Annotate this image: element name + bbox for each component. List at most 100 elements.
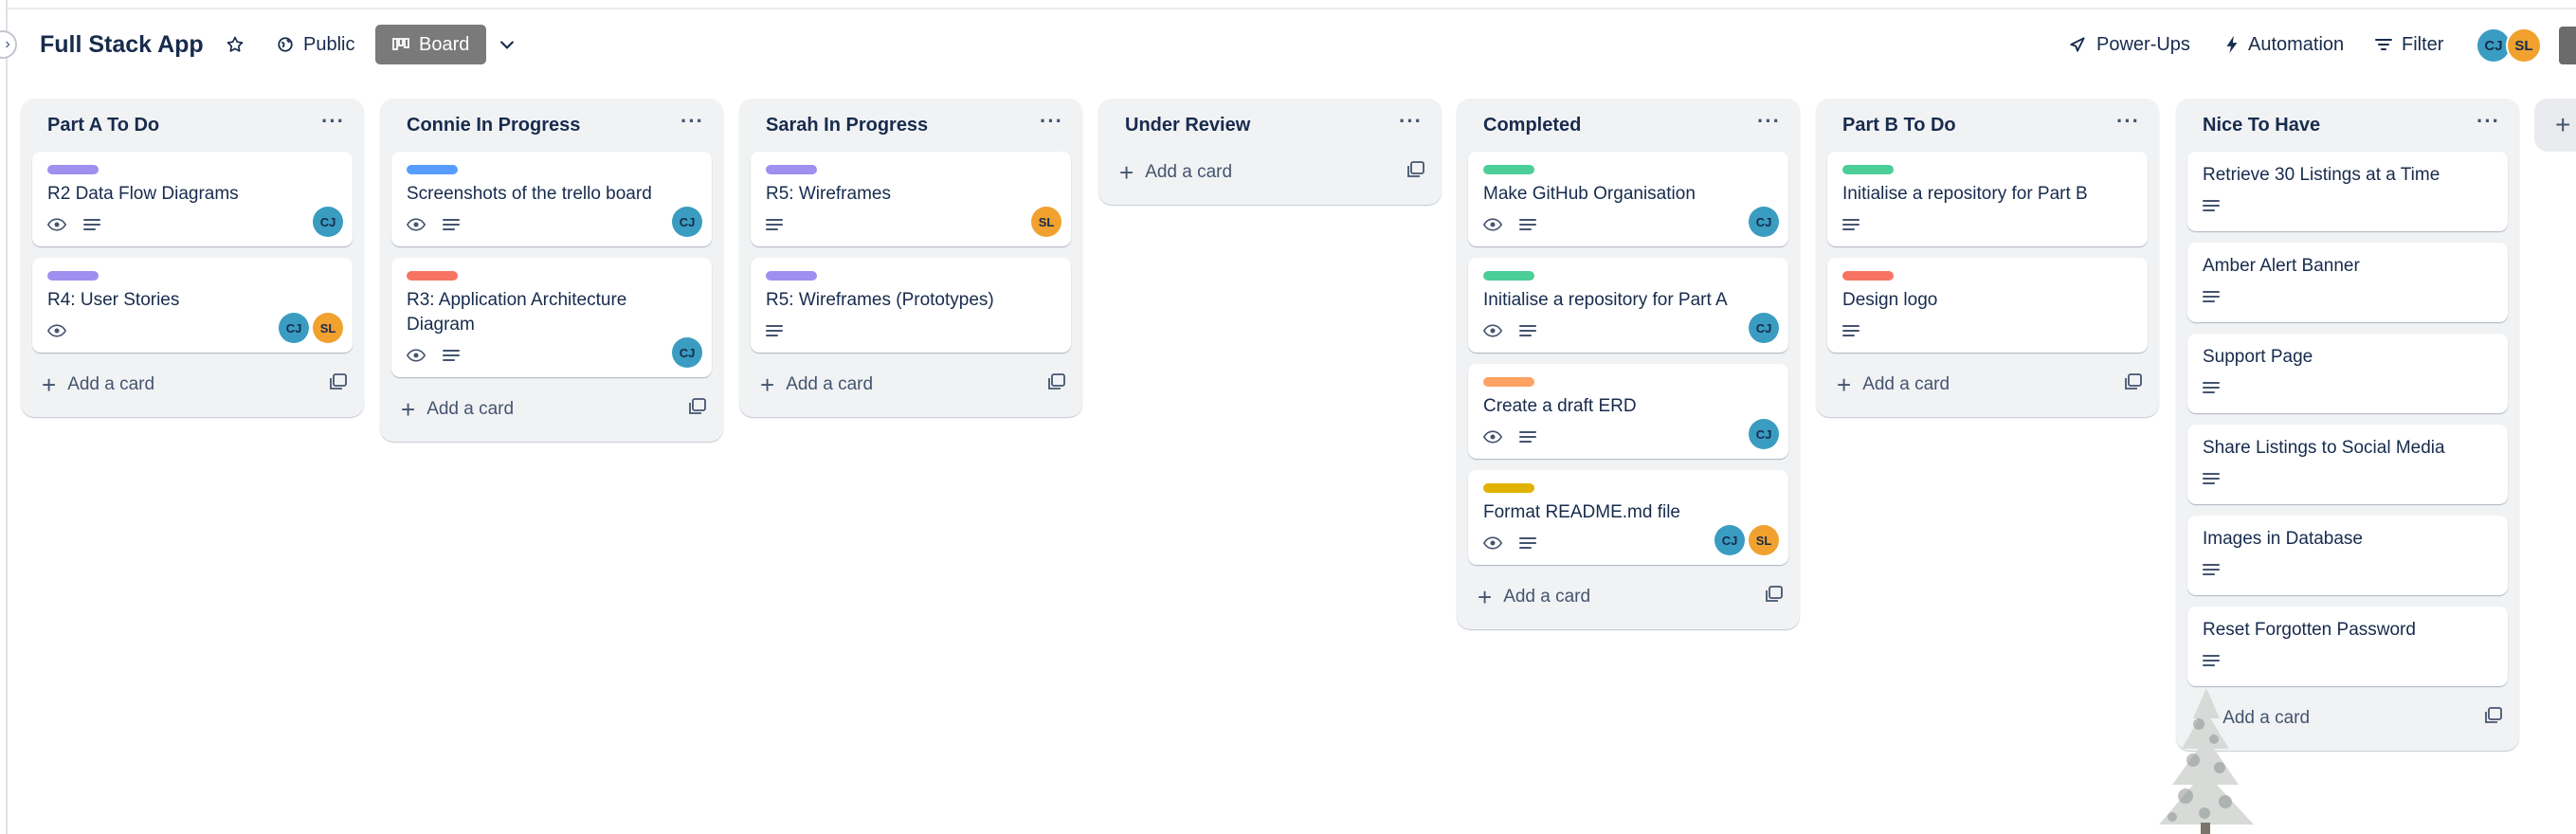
card[interactable]: Initialise a repository for Part B	[1827, 152, 2148, 246]
card-title: Reset Forgotten Password	[2203, 620, 2416, 640]
card-title: R5: Wireframes (Prototypes)	[766, 290, 994, 310]
add-card-button[interactable]: + Add a card	[751, 364, 1071, 406]
card-title: Make GitHub Organisation	[1483, 184, 1696, 204]
card[interactable]: Create a draft ERD CJ	[1468, 364, 1788, 459]
card[interactable]: Amber Alert Banner	[2187, 243, 2508, 322]
add-card-left: + Add a card	[401, 397, 514, 422]
card[interactable]: Share Listings to Social Media	[2187, 425, 2508, 504]
card[interactable]: Make GitHub Organisation CJ	[1468, 152, 1788, 246]
add-card-button[interactable]: + Add a card	[32, 364, 353, 406]
card-members: CJ SL	[279, 313, 343, 343]
avatar[interactable]: CJ	[1714, 525, 1745, 555]
card[interactable]: Design logo	[1827, 258, 2148, 353]
list-column: Part B To Do ··· Initialise a repository f…	[1816, 99, 2159, 417]
card-label[interactable]	[1483, 271, 1534, 281]
card-members: SL	[1031, 207, 1061, 237]
list-menu-icon[interactable]: ···	[2116, 111, 2140, 139]
avatar[interactable]: CJ	[313, 207, 343, 237]
card-badges	[2203, 286, 2494, 307]
avatar[interactable]: CJ	[1749, 313, 1779, 343]
card-label[interactable]	[1842, 271, 1894, 281]
create-from-template-icon[interactable]	[1407, 161, 1424, 184]
create-from-template-icon[interactable]	[1048, 373, 1065, 396]
list-menu-icon[interactable]: ···	[321, 111, 345, 139]
list-menu-icon[interactable]: ···	[1040, 111, 1063, 139]
avatar[interactable]: SL	[313, 313, 343, 343]
card[interactable]: R3: Application Architecture Diagram CJ	[391, 258, 712, 377]
create-from-template-icon[interactable]	[2125, 373, 2142, 396]
list-column: Part A To Do ··· R2 Data Flow Diagrams CJ R4…	[21, 99, 364, 417]
description-icon	[1519, 324, 1536, 337]
card-label[interactable]	[1483, 483, 1534, 493]
add-card-label: Add a card	[1145, 162, 1233, 182]
card-members: CJ SL	[1714, 525, 1779, 555]
description-icon	[1842, 324, 1859, 337]
card[interactable]: Screenshots of the trello board CJ	[391, 152, 712, 246]
list-menu-icon[interactable]: ···	[1399, 111, 1423, 139]
list-column: Sarah In Progress ··· R5: Wireframes SL R5: …	[739, 99, 1082, 417]
card-title: Share Listings to Social Media	[2203, 438, 2445, 458]
avatar[interactable]: CJ	[672, 337, 702, 368]
list-menu-icon[interactable]: ···	[680, 111, 704, 139]
card[interactable]: Initialise a repository for Part A CJ	[1468, 258, 1788, 353]
eye-icon	[1483, 217, 1502, 232]
add-card-label: Add a card	[1503, 587, 1591, 607]
list-title[interactable]: Completed	[1483, 115, 1581, 136]
add-card-button[interactable]: + Add a card	[1827, 364, 2148, 406]
card-label[interactable]	[766, 271, 817, 281]
list-header: Under Review ···	[1110, 99, 1430, 152]
avatar[interactable]: CJ	[279, 313, 309, 343]
plus-icon: +	[401, 395, 416, 424]
card-label[interactable]	[1483, 165, 1534, 174]
card[interactable]: R5: Wireframes SL	[751, 152, 1071, 246]
add-card-label: Add a card	[67, 374, 155, 394]
card-label[interactable]	[47, 271, 99, 281]
create-from-template-icon[interactable]	[2485, 707, 2502, 730]
card-label[interactable]	[766, 165, 817, 174]
add-list-button[interactable]: +	[2534, 99, 2576, 152]
card[interactable]: R2 Data Flow Diagrams CJ	[32, 152, 353, 246]
list-title[interactable]: Nice To Have	[2203, 115, 2320, 136]
description-icon	[2203, 563, 2220, 576]
card-badges	[2203, 559, 2494, 580]
description-icon	[443, 218, 460, 231]
avatar[interactable]: CJ	[1749, 419, 1779, 449]
card-title: Retrieve 30 Listings at a Time	[2203, 165, 2440, 185]
list-title[interactable]: Part A To Do	[47, 115, 159, 136]
card[interactable]: Images in Database	[2187, 516, 2508, 595]
add-card-button[interactable]: + Add a card	[391, 389, 712, 430]
avatar[interactable]: CJ	[672, 207, 702, 237]
card-label[interactable]	[1483, 377, 1534, 387]
card-badges	[2203, 650, 2494, 671]
card-label[interactable]	[407, 271, 458, 281]
list-title[interactable]: Under Review	[1125, 115, 1250, 136]
plus-icon: +	[1119, 158, 1134, 187]
card[interactable]: Reset Forgotten Password	[2187, 607, 2508, 686]
card-label[interactable]	[47, 165, 99, 174]
list-title[interactable]: Part B To Do	[1842, 115, 1956, 136]
card[interactable]: R5: Wireframes (Prototypes)	[751, 258, 1071, 353]
add-card-button[interactable]: + Add a card	[1468, 576, 1788, 618]
create-from-template-icon[interactable]	[330, 373, 347, 396]
avatar[interactable]: SL	[1749, 525, 1779, 555]
eye-icon	[407, 348, 426, 363]
card-badges	[1842, 320, 2134, 341]
card-title: R4: User Stories	[47, 290, 180, 310]
list-menu-icon[interactable]: ···	[1757, 111, 1781, 139]
create-from-template-icon[interactable]	[689, 398, 706, 421]
list-title[interactable]: Connie In Progress	[407, 115, 580, 136]
list-title[interactable]: Sarah In Progress	[766, 115, 928, 136]
card-label[interactable]	[407, 165, 458, 174]
list-menu-icon[interactable]: ···	[2476, 111, 2500, 139]
eye-icon	[407, 217, 426, 232]
card[interactable]: Retrieve 30 Listings at a Time	[2187, 152, 2508, 231]
add-card-button[interactable]: + Add a card	[1110, 152, 1430, 193]
add-card-left: + Add a card	[760, 372, 873, 397]
card[interactable]: Support Page	[2187, 334, 2508, 413]
avatar[interactable]: CJ	[1749, 207, 1779, 237]
card[interactable]: Format README.md file CJ SL	[1468, 470, 1788, 565]
card-label[interactable]	[1842, 165, 1894, 174]
avatar[interactable]: SL	[1031, 207, 1061, 237]
card[interactable]: R4: User Stories CJ SL	[32, 258, 353, 353]
create-from-template-icon[interactable]	[1766, 586, 1783, 608]
